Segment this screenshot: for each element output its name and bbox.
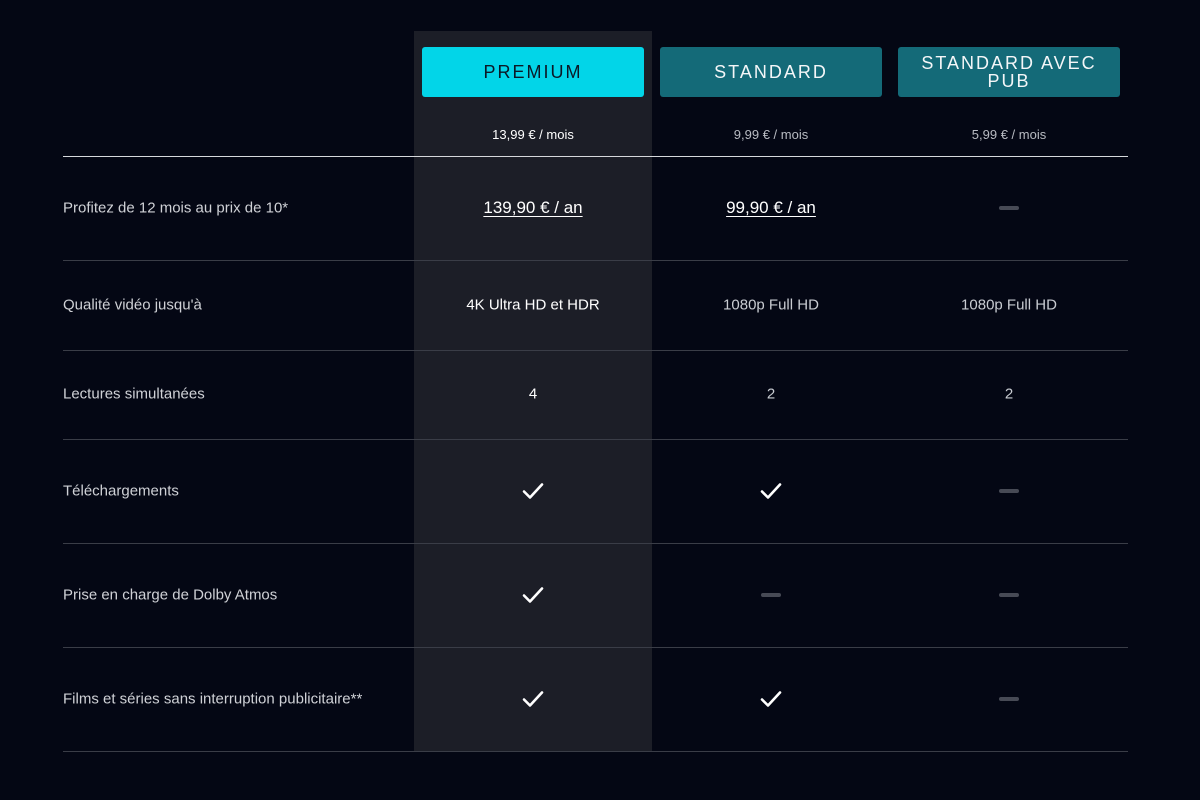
dash-icon <box>999 206 1019 210</box>
annual-price-link-premium[interactable]: 139,90 € / an <box>483 198 582 218</box>
cell-quality-standard: 1080p Full HD <box>723 296 819 314</box>
cell-annual-standard: 99,90 € / an <box>652 198 890 218</box>
row-label-no-ads: Films et séries sans interruption public… <box>63 690 363 708</box>
cell-quality-premium: 4K Ultra HD et HDR <box>466 296 600 314</box>
cell-dolby-ads <box>890 593 1128 597</box>
cell-streams-ads: 2 <box>1004 385 1014 403</box>
row-label-downloads: Téléchargements <box>63 482 179 500</box>
row-divider <box>63 350 1128 351</box>
cell-streams-standard: 2 <box>766 385 776 403</box>
plan-price-premium: 13,99 € / mois <box>492 127 574 142</box>
check-icon <box>522 691 544 707</box>
row-divider <box>63 543 1128 544</box>
dash-icon <box>999 489 1019 493</box>
cell-dolby-premium <box>414 586 652 604</box>
dash-icon <box>999 593 1019 597</box>
cell-downloads-ads <box>890 489 1128 493</box>
plan-price-standard: 9,99 € / mois <box>733 127 809 142</box>
row-label-dolby-atmos: Prise en charge de Dolby Atmos <box>63 586 278 604</box>
check-icon <box>522 587 544 603</box>
row-divider <box>63 439 1128 440</box>
check-icon <box>760 691 782 707</box>
row-label-simultaneous-streams: Lectures simultanées <box>63 385 205 403</box>
header-divider <box>63 156 1128 157</box>
row-divider <box>63 751 1128 752</box>
plan-button-standard[interactable]: STANDARD <box>660 47 882 97</box>
row-label-annual-offer: Profitez de 12 mois au prix de 10* <box>63 199 289 217</box>
dash-icon <box>999 697 1019 701</box>
plan-comparison-page: PREMIUM STANDARD STANDARD AVEC PUB 13,99… <box>0 0 1200 800</box>
check-icon <box>522 483 544 499</box>
row-divider <box>63 260 1128 261</box>
cell-no-ads-standard <box>652 690 890 708</box>
cell-annual-premium: 139,90 € / an <box>414 198 652 218</box>
dash-icon <box>761 593 781 597</box>
plan-price-standard-with-ads: 5,99 € / mois <box>971 127 1047 142</box>
cell-streams-premium: 4 <box>528 385 538 403</box>
check-icon <box>760 483 782 499</box>
cell-dolby-standard <box>652 593 890 597</box>
plan-button-standard-with-ads[interactable]: STANDARD AVEC PUB <box>898 47 1120 97</box>
cell-no-ads-premium <box>414 690 652 708</box>
row-label-video-quality: Qualité vidéo jusqu'à <box>63 296 202 314</box>
cell-quality-ads: 1080p Full HD <box>961 296 1057 314</box>
cell-downloads-premium <box>414 482 652 500</box>
cell-annual-ads <box>890 206 1128 210</box>
plan-button-premium[interactable]: PREMIUM <box>422 47 644 97</box>
annual-price-link-standard[interactable]: 99,90 € / an <box>726 198 816 218</box>
cell-no-ads-ads <box>890 697 1128 701</box>
cell-downloads-standard <box>652 482 890 500</box>
row-divider <box>63 647 1128 648</box>
